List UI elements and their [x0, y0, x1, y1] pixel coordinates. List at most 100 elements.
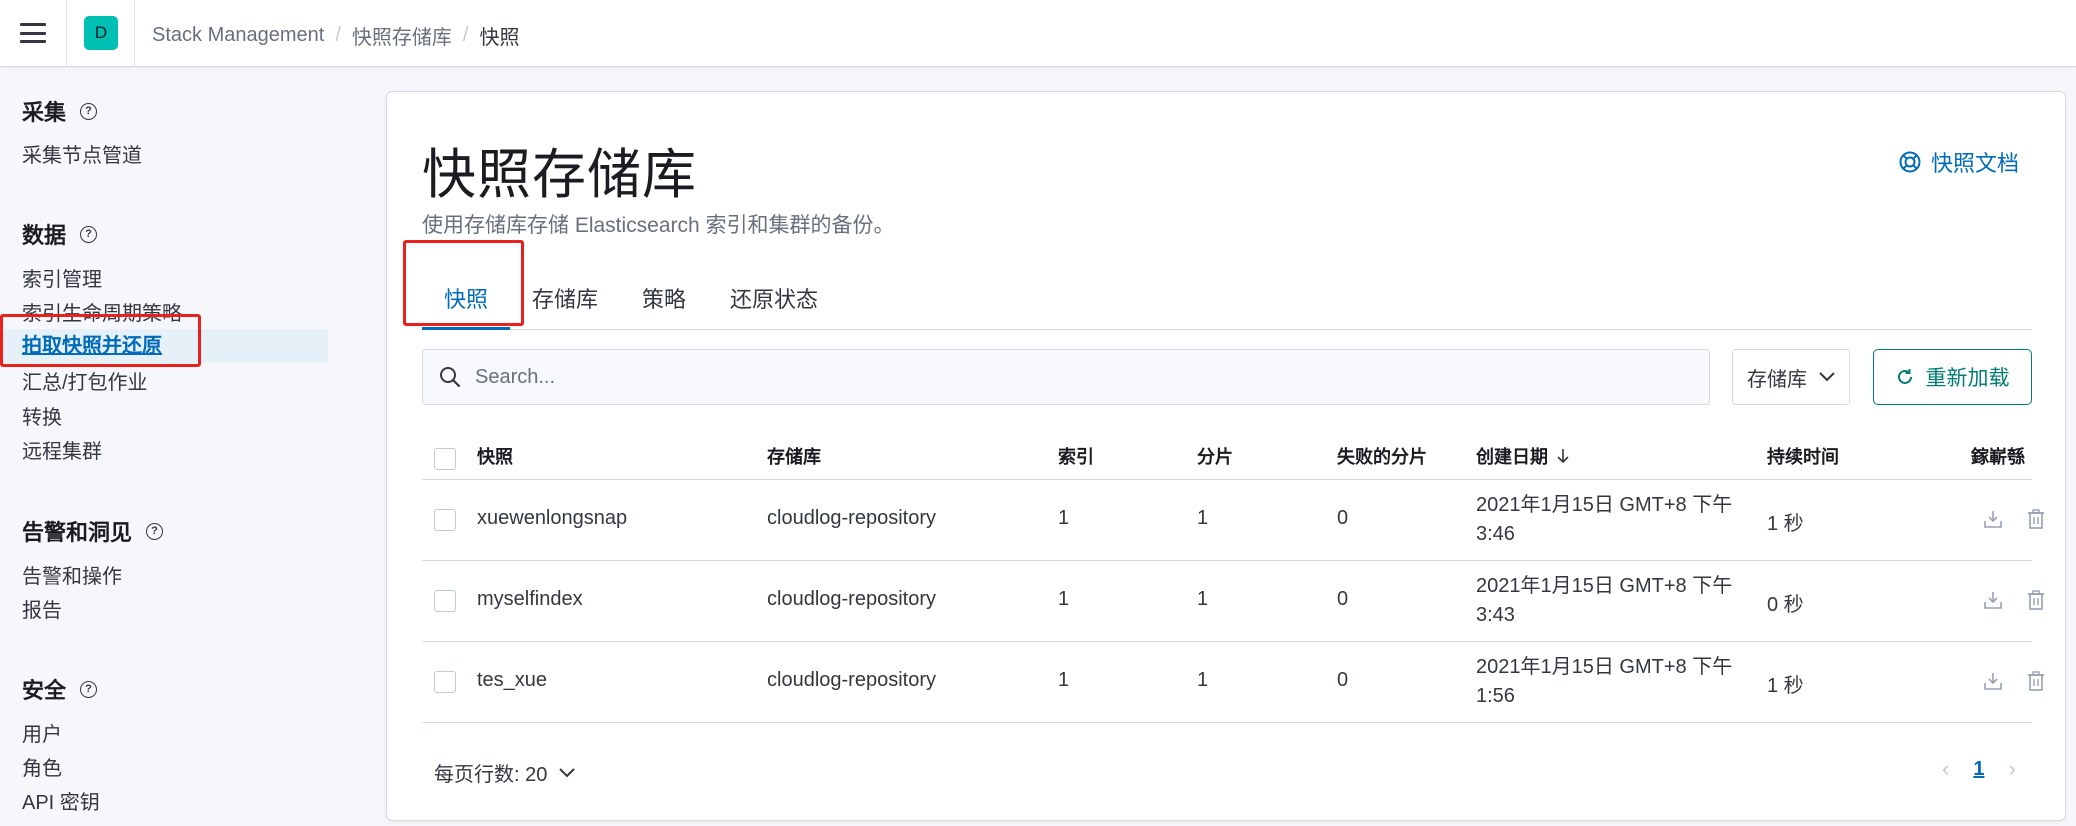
chevron-down-icon	[559, 767, 576, 777]
header-divider	[134, 0, 135, 67]
table-row: myselfindex cloudlog-repository 1 1 0 20…	[422, 561, 2044, 642]
page-title: 快照存储库	[422, 143, 697, 206]
restore-download-icon[interactable]	[1982, 508, 2004, 530]
previous-page-icon[interactable]: ‹	[1942, 756, 1949, 782]
snapshot-name-link[interactable]: xuewenlongsnap	[477, 507, 627, 530]
breadcrumb-stack-management[interactable]: Stack Management	[152, 24, 324, 47]
sidebar-item-rollup-jobs[interactable]: 汇总/打包作业	[22, 366, 148, 395]
snapshot-name-link[interactable]: myselfindex	[477, 588, 583, 611]
delete-trash-icon[interactable]	[2025, 670, 2047, 692]
sidebar-item-ilm-policies[interactable]: 索引生命周期策略	[22, 297, 182, 326]
breadcrumb: Stack Management / 快照存储库 / 快照	[152, 21, 519, 50]
breadcrumb-snapshot-repository[interactable]: 快照存储库	[352, 21, 452, 50]
header-divider	[66, 0, 67, 67]
date-created: 2021年1月15日 GMT+8 下午 3:46	[1476, 494, 1733, 545]
sidebar-item-remote-clusters[interactable]: 远程集群	[22, 435, 102, 464]
sidebar-group-title: 采集	[22, 100, 67, 125]
duration: 1 秒	[1767, 675, 1804, 697]
delete-trash-icon[interactable]	[2025, 508, 2047, 530]
snapshot-name-link[interactable]: tes_xue	[477, 669, 547, 692]
row-checkbox[interactable]	[434, 671, 456, 693]
indices-count: 1	[1058, 669, 1070, 691]
column-header-date-created[interactable]: 创建日期	[1476, 443, 1570, 469]
date-created: 2021年1月15日 GMT+8 下午 3:43	[1476, 575, 1733, 626]
page-number-link[interactable]: 1	[1973, 758, 1984, 781]
delete-trash-icon[interactable]	[2025, 589, 2047, 611]
page-description: 使用存储库存储 Elasticsearch 索引和集群的备份。	[422, 214, 895, 237]
table-header-row: 快照 存储库 索引 分片 失败的分片 创建日期 持续时间 鎵嶄綔	[422, 437, 2032, 480]
column-header-indices[interactable]: 索引	[1058, 443, 1094, 469]
sidebar-group-title: 安全	[22, 678, 67, 703]
search-icon	[440, 367, 461, 388]
duration: 1 秒	[1767, 513, 1804, 535]
next-page-icon[interactable]: ›	[2008, 756, 2015, 782]
search-box	[422, 349, 1710, 405]
column-header-shards[interactable]: 分片	[1197, 443, 1233, 469]
doc-link-label: 快照文档	[1930, 151, 2019, 176]
sidebar-item-alerts-actions[interactable]: 告警和操作	[22, 560, 122, 589]
failed-shards-count: 0	[1337, 507, 1349, 529]
snapshots-table: 快照 存储库 索引 分片 失败的分片 创建日期 持续时间 鎵嶄綔 xuewenl…	[422, 437, 2044, 723]
row-checkbox[interactable]	[434, 509, 456, 531]
sidebar-item-index-management[interactable]: 索引管理	[22, 263, 102, 292]
restore-download-icon[interactable]	[1982, 589, 2004, 611]
top-header: D Stack Management / 快照存储库 / 快照	[0, 0, 2076, 67]
tab-repositories[interactable]: 存储库	[510, 278, 620, 330]
failed-shards-count: 0	[1337, 588, 1349, 610]
table-row: tes_xue cloudlog-repository 1 1 0 2021年1…	[422, 642, 2044, 723]
snapshot-docs-link[interactable]: 快照文档	[1899, 146, 2019, 178]
help-lifebuoy-icon	[1899, 151, 1921, 173]
help-icon[interactable]: ?	[80, 102, 98, 120]
sidebar-group-ingest: 采集 ?	[22, 95, 98, 127]
sidebar-group-title: 告警和洞见	[22, 520, 133, 545]
breadcrumb-separator: /	[335, 24, 341, 46]
sidebar-group-data: 数据 ?	[22, 218, 98, 250]
reload-button-label: 重新加载	[1925, 367, 2010, 390]
hamburger-menu-icon[interactable]	[18, 19, 48, 47]
table-row: xuewenlongsnap cloudlog-repository 1 1 0…	[422, 480, 2044, 561]
sidebar-item-reporting[interactable]: 报告	[22, 594, 62, 623]
breadcrumb-separator: /	[462, 24, 469, 46]
sidebar-item-ingest-pipelines[interactable]: 采集节点管道	[22, 139, 142, 168]
shards-count: 1	[1197, 507, 1209, 529]
search-input[interactable]	[475, 365, 1675, 389]
date-created: 2021年1月15日 GMT+8 下午 1:56	[1476, 656, 1733, 707]
select-all-checkbox[interactable]	[434, 448, 456, 470]
rows-per-page-selector[interactable]: 每页行数: 20	[434, 758, 576, 787]
sidebar-item-users[interactable]: 用户	[22, 718, 62, 747]
rows-per-page-label: 每页行数: 20	[434, 764, 548, 786]
tab-policies[interactable]: 策略	[620, 278, 708, 330]
chevron-down-icon	[1819, 372, 1835, 382]
reload-button[interactable]: 重新加载	[1873, 349, 2032, 405]
tab-bar: 快照 存储库 策略 还原状态	[422, 278, 2032, 330]
indices-count: 1	[1058, 588, 1070, 610]
tab-restore-status[interactable]: 还原状态	[708, 278, 840, 330]
repository-filter-label: 存储库	[1747, 368, 1807, 391]
tab-snapshots[interactable]: 快照	[422, 278, 511, 330]
sidebar-item-roles[interactable]: 角色	[22, 752, 62, 781]
sidebar-item-api-keys[interactable]: API 密钥	[22, 786, 100, 815]
column-header-failed-shards[interactable]: 失败的分片	[1337, 443, 1427, 469]
sort-down-arrow-icon	[1557, 449, 1569, 464]
sidebar-nav: 采集 ? 采集节点管道 数据 ? 索引管理 索引生命周期策略 拍取快照并还原 汇…	[0, 67, 370, 826]
column-header-label: 创建日期	[1476, 447, 1548, 467]
repository-link[interactable]: cloudlog-repository	[767, 588, 936, 611]
repository-link[interactable]: cloudlog-repository	[767, 669, 936, 692]
column-header-repository[interactable]: 存储库	[767, 443, 821, 469]
failed-shards-count: 0	[1337, 669, 1349, 691]
shards-count: 1	[1197, 588, 1209, 610]
sidebar-group-alerts-insights: 告警和洞见 ?	[22, 515, 164, 547]
row-checkbox[interactable]	[434, 590, 456, 612]
help-icon[interactable]: ?	[146, 522, 164, 540]
sidebar-item-transforms[interactable]: 转换	[22, 401, 62, 430]
sidebar-item-snapshot-restore[interactable]: 拍取快照并还原	[0, 329, 328, 363]
help-icon[interactable]: ?	[80, 680, 98, 698]
help-icon[interactable]: ?	[80, 225, 98, 243]
restore-download-icon[interactable]	[1982, 670, 2004, 692]
column-header-duration[interactable]: 持续时间	[1767, 443, 1839, 469]
column-header-snapshot[interactable]: 快照	[477, 443, 513, 469]
space-avatar[interactable]: D	[84, 16, 118, 50]
repository-filter-dropdown[interactable]: 存储库	[1732, 349, 1850, 405]
repository-link[interactable]: cloudlog-repository	[767, 507, 936, 530]
refresh-icon	[1897, 369, 1912, 384]
